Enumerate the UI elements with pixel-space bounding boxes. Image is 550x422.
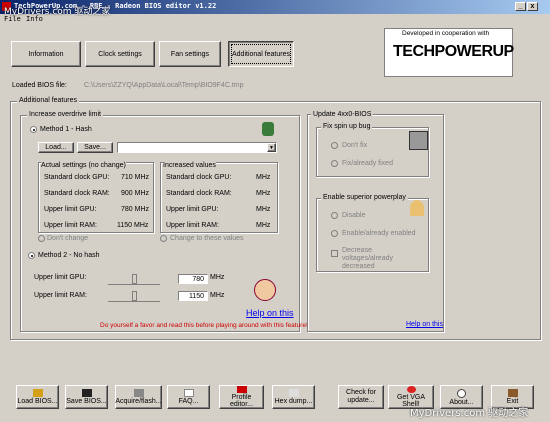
hash-select[interactable]: ▼	[117, 142, 277, 153]
chip-icon	[133, 389, 144, 397]
faq-label: FAQ...	[178, 398, 199, 405]
inc-upper-ram-label: Upper limit RAM:	[166, 222, 219, 229]
inc-ram-label: Standard clock RAM:	[166, 190, 232, 197]
upper-ram-slider-thumb[interactable]	[132, 291, 137, 301]
save-bios-button[interactable]: Save BIOS...	[65, 385, 108, 409]
folder-icon	[32, 389, 43, 397]
decrease-voltage-checkbox[interactable]	[331, 250, 338, 257]
decrease-voltage-label: Decrease voltages/already decreased	[342, 247, 393, 270]
loaded-bios-label: Loaded BIOS file:	[12, 82, 67, 89]
actual-upper-ram-value: 1150 MHz	[117, 222, 149, 229]
overdrive-help-link[interactable]: Help on this	[246, 308, 294, 318]
fix-spin-title: Fix spin up bug	[321, 123, 373, 130]
upper-gpu-label: Upper limit GPU:	[34, 274, 87, 281]
shell-icon	[406, 386, 416, 393]
tab-fan-settings[interactable]: Fan settings	[159, 41, 221, 67]
info-icon	[457, 388, 466, 398]
profile-editor-button[interactable]: Profile editor...	[219, 385, 264, 409]
inc-upper-gpu-label: Upper limit GPU:	[166, 206, 219, 213]
tab-information[interactable]: Information	[11, 41, 81, 67]
inc-gpu-value: MHz	[256, 174, 271, 181]
disk-icon	[81, 389, 92, 397]
dont-fix-label: Don't fix	[342, 142, 368, 149]
fix-label: Fix/already fixed	[342, 160, 393, 167]
chevron-down-icon[interactable]: ▼	[267, 143, 276, 152]
load-bios-button[interactable]: Load BIOS...	[16, 385, 59, 409]
upper-ram-input[interactable]: 1150	[178, 291, 208, 301]
check-update-button[interactable]: Check for update...	[338, 385, 384, 409]
actual-upper-gpu-value: 780 MHz	[121, 206, 150, 213]
hex-dump-button[interactable]: Hex dump...	[272, 385, 315, 409]
method1-radio[interactable]	[30, 126, 37, 133]
increased-values-title: Increased values	[163, 162, 216, 169]
fix-radio[interactable]	[331, 160, 338, 167]
powerplay-title: Enable superior powerplay	[321, 194, 408, 201]
actual-upper-gpu-label: Upper limit GPU:	[44, 206, 97, 213]
actual-ram-value: 900 MHz	[121, 190, 150, 197]
hex-dump-label: Hex dump...	[274, 398, 313, 405]
save-hash-button[interactable]: Save...	[77, 142, 113, 153]
inc-upper-gpu-value: MHz	[256, 206, 271, 213]
overdrive-title: Increase overdrive limit	[27, 111, 103, 118]
logo-brand: TECHPOWERUP	[393, 43, 514, 60]
disable-radio[interactable]	[331, 212, 338, 219]
document-icon	[183, 389, 194, 397]
close-button[interactable]: x	[527, 2, 538, 11]
actual-gpu-value: 710 MHz	[121, 174, 150, 181]
actual-gpu-label: Standard clock GPU:	[44, 174, 110, 181]
load-hash-button[interactable]: Load...	[38, 142, 74, 153]
upper-gpu-unit: MHz	[210, 274, 225, 281]
method2-radio[interactable]	[28, 252, 35, 259]
change-to-radio[interactable]	[160, 235, 167, 242]
dont-change-label: Don't change	[47, 235, 89, 242]
disable-label: Disable	[342, 212, 366, 219]
additional-features-title: Additional features	[17, 97, 79, 104]
acquire-flash-label: Acquire/flash...	[115, 398, 162, 405]
menu-file[interactable]: File	[4, 15, 21, 23]
faq-button[interactable]: FAQ...	[167, 385, 210, 409]
tab-clock-settings[interactable]: Clock settings	[85, 41, 155, 67]
method2-label: Method 2 - No hash	[38, 252, 100, 259]
acquire-flash-button[interactable]: Acquire/flash...	[115, 385, 162, 409]
upper-gpu-slider[interactable]	[108, 274, 160, 285]
logo-caption: Developed in cooperation with	[402, 30, 490, 37]
upper-gpu-input[interactable]: 780	[178, 274, 208, 284]
overdrive-warning[interactable]: Do yourself a favor and read this before…	[100, 322, 308, 329]
actual-ram-label: Standard clock RAM:	[44, 190, 110, 197]
update-help-link[interactable]: Help on this	[406, 321, 443, 328]
load-bios-label: Load BIOS...	[17, 398, 58, 405]
upper-ram-unit: MHz	[210, 292, 225, 299]
techpowerup-logo: Developed in cooperation with TECHPOWERU…	[384, 28, 514, 77]
inc-ram-value: MHz	[256, 190, 271, 197]
ati-icon	[236, 386, 247, 393]
enable-radio[interactable]	[331, 230, 338, 237]
loaded-bios-path: C:\Users\ZZYQ\AppData\Local\Temp\BIO9F4C…	[84, 82, 244, 89]
door-icon	[507, 389, 518, 397]
menu-bar: File Info	[0, 14, 550, 24]
method1-label: Method 1 - Hash	[40, 126, 92, 133]
profile-editor-label: Profile editor...	[230, 394, 253, 408]
dont-change-radio[interactable]	[38, 235, 45, 242]
upper-ram-slider[interactable]	[108, 291, 160, 302]
inc-upper-ram-value: MHz	[256, 222, 271, 229]
tab-additional-features[interactable]: Additional features	[228, 41, 294, 67]
save-bios-label: Save BIOS...	[66, 398, 107, 405]
fan-icon	[409, 131, 428, 150]
watermark-bottom: MyDrivers.com 驱动之家	[410, 408, 529, 419]
dont-fix-radio[interactable]	[331, 142, 338, 149]
inc-gpu-label: Standard clock GPU:	[166, 174, 232, 181]
update-bios-title: Update 4xx0-BIOS	[311, 111, 374, 118]
ice-cream-icon	[410, 200, 424, 216]
upper-gpu-slider-thumb[interactable]	[132, 274, 137, 284]
hex-icon	[288, 389, 299, 397]
enable-label: Enable/already enabled	[342, 230, 416, 237]
robot-icon	[262, 122, 274, 136]
minimize-button[interactable]: _	[515, 2, 526, 11]
character-icon	[254, 279, 276, 301]
actual-upper-ram-label: Upper limit RAM:	[44, 222, 97, 229]
actual-settings-title: Actual settings (no change)	[41, 162, 126, 169]
upper-ram-label: Upper limit RAM:	[34, 292, 87, 299]
change-to-label: Change to these values	[170, 235, 244, 242]
menu-info[interactable]: Info	[26, 15, 43, 23]
